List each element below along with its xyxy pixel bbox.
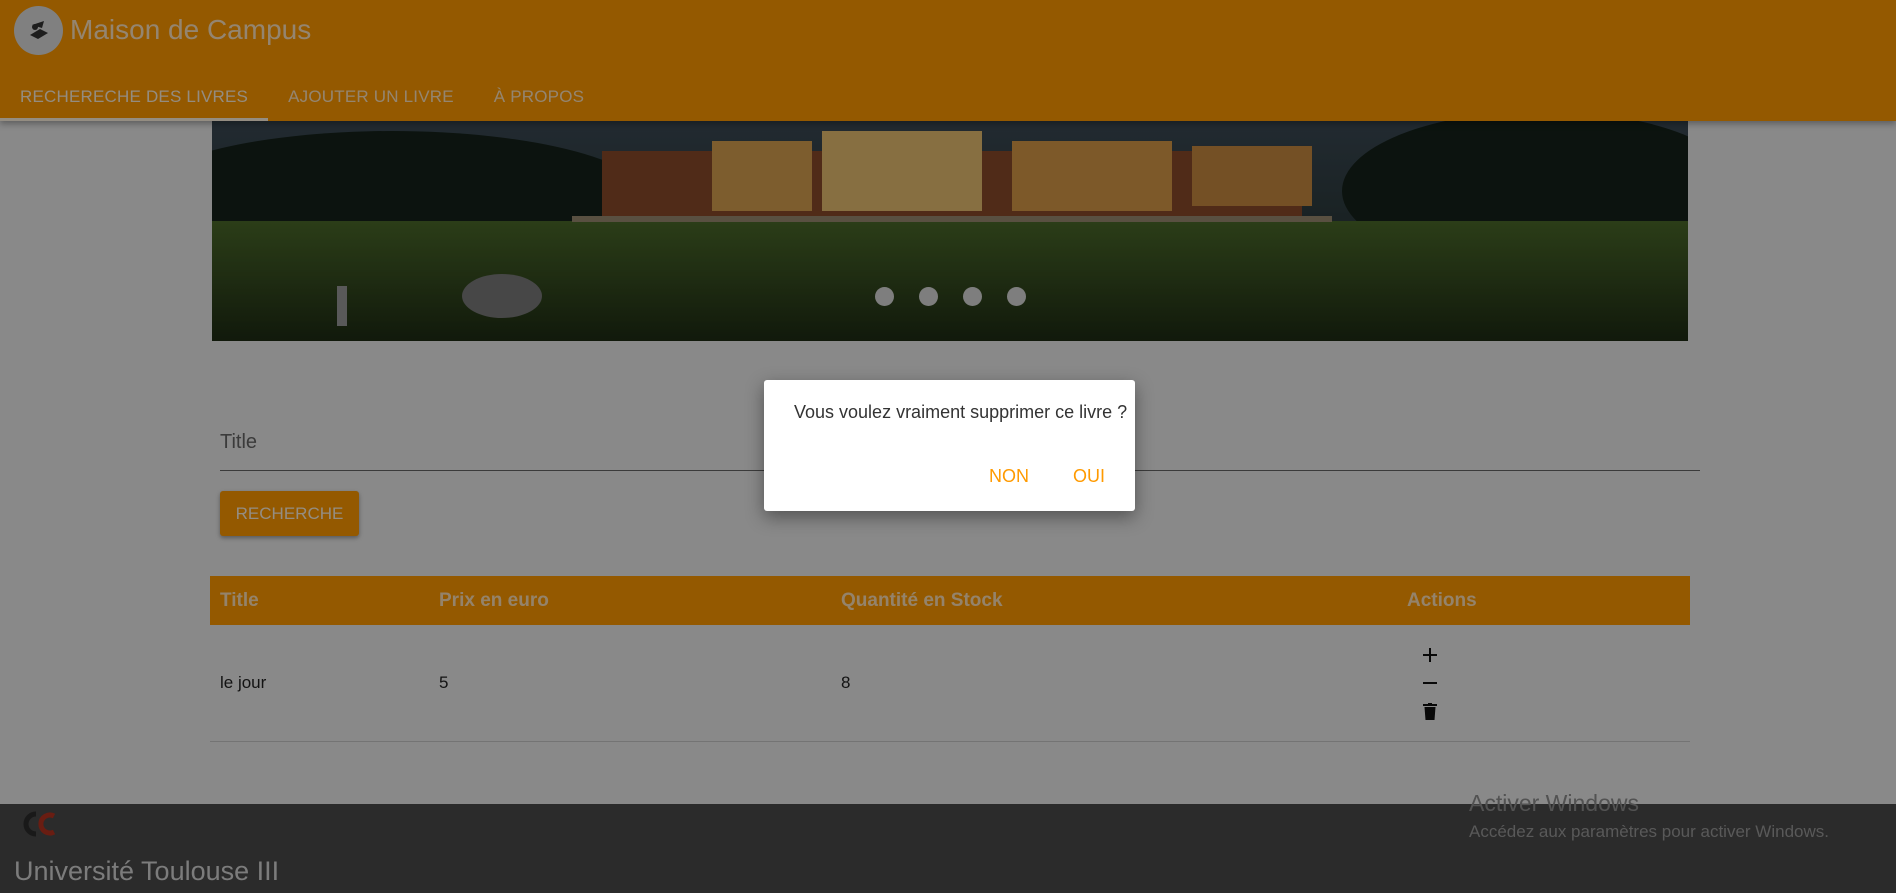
confirm-button[interactable]: OUI bbox=[1067, 462, 1111, 491]
dialog-actions: NON OUI bbox=[983, 462, 1111, 491]
dialog-message: Vous voulez vraiment supprimer ce livre … bbox=[794, 402, 1128, 422]
cancel-button[interactable]: NON bbox=[983, 462, 1035, 491]
confirm-delete-dialog: Vous voulez vraiment supprimer ce livre … bbox=[764, 380, 1135, 511]
